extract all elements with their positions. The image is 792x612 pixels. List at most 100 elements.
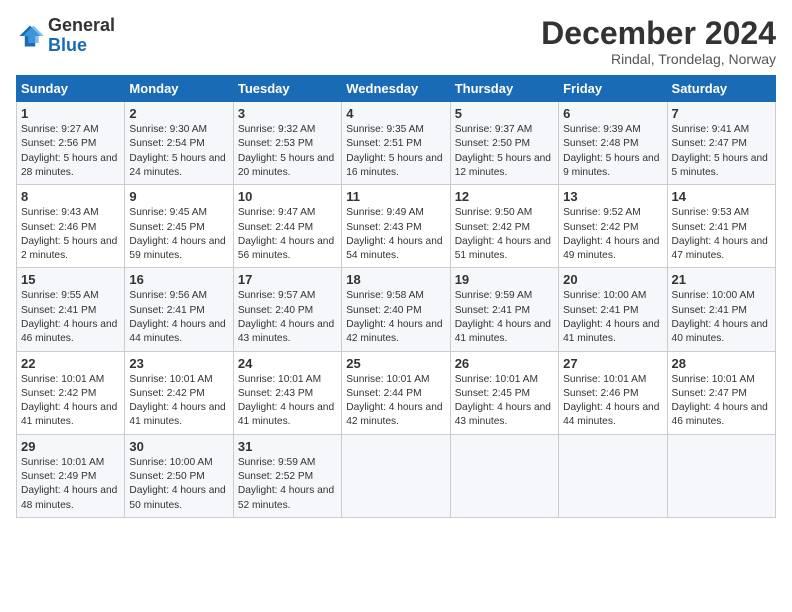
calendar-cell: 18 Sunrise: 9:58 AMSunset: 2:40 PMDayligh… [342,268,450,351]
day-info: Sunrise: 10:00 AMSunset: 2:50 PMDaylight… [129,456,228,513]
calendar-cell: 29Sunrise: 10:01 AMSunset: 2:49 PMDaylig… [17,434,125,517]
day-number: 29 [21,439,120,454]
col-wednesday: Wednesday [342,76,450,102]
day-number: 26 [455,356,554,371]
day-number: 15 [21,272,120,287]
calendar-cell: 14 Sunrise: 9:53 AMSunset: 2:41 PMDayligh… [667,185,775,268]
calendar-cell [559,434,667,517]
day-info: Sunrise: 9:43 AMSunset: 2:46 PMDaylight:… [21,206,120,263]
calendar-cell: 19 Sunrise: 9:59 AMSunset: 2:41 PMDayligh… [450,268,558,351]
calendar-week-2: 8 Sunrise: 9:43 AMSunset: 2:46 PMDaylight… [17,185,776,268]
calendar-table: Sunday Monday Tuesday Wednesday Thursday… [16,75,776,518]
subtitle: Rindal, Trondelag, Norway [541,51,776,67]
day-info: Sunrise: 10:00 AMSunset: 2:41 PMDaylight… [672,289,771,346]
day-info: Sunrise: 9:27 AMSunset: 2:56 PMDaylight:… [21,123,120,180]
title-block: December 2024 Rindal, Trondelag, Norway [541,16,776,67]
calendar-cell: 3 Sunrise: 9:32 AMSunset: 2:53 PMDaylight… [233,102,341,185]
day-info: Sunrise: 9:45 AMSunset: 2:45 PMDaylight:… [129,206,228,263]
day-number: 14 [672,189,771,204]
logo-icon [16,22,44,50]
calendar-cell: 28Sunrise: 10:01 AMSunset: 2:47 PMDaylig… [667,351,775,434]
day-info: Sunrise: 9:55 AMSunset: 2:41 PMDaylight:… [21,289,120,346]
day-number: 3 [238,106,337,121]
day-number: 21 [672,272,771,287]
day-number: 30 [129,439,228,454]
col-thursday: Thursday [450,76,558,102]
calendar-cell: 21 Sunrise: 10:00 AMSunset: 2:41 PMDaylig… [667,268,775,351]
header: General Blue December 2024 Rindal, Trond… [16,16,776,67]
day-number: 8 [21,189,120,204]
day-number: 13 [563,189,662,204]
day-number: 9 [129,189,228,204]
day-number: 2 [129,106,228,121]
day-number: 18 [346,272,445,287]
col-saturday: Saturday [667,76,775,102]
calendar-cell: 9 Sunrise: 9:45 AMSunset: 2:45 PMDaylight… [125,185,233,268]
calendar-cell: 2 Sunrise: 9:30 AMSunset: 2:54 PMDaylight… [125,102,233,185]
day-number: 10 [238,189,337,204]
page-container: General Blue December 2024 Rindal, Trond… [0,0,792,528]
day-info: Sunrise: 9:47 AMSunset: 2:44 PMDaylight:… [238,206,337,263]
logo-text: General Blue [48,16,115,56]
day-number: 17 [238,272,337,287]
day-info: Sunrise: 10:01 AMSunset: 2:43 PMDaylight… [238,373,337,430]
header-row: Sunday Monday Tuesday Wednesday Thursday… [17,76,776,102]
month-title: December 2024 [541,16,776,51]
calendar-cell: 16Sunrise: 9:56 AMSunset: 2:41 PMDayligh… [125,268,233,351]
calendar-week-4: 22 Sunrise: 10:01 AMSunset: 2:42 PMDaylig… [17,351,776,434]
col-sunday: Sunday [17,76,125,102]
calendar-cell: 30 Sunrise: 10:00 AMSunset: 2:50 PMDaylig… [125,434,233,517]
day-info: Sunrise: 10:01 AMSunset: 2:42 PMDaylight… [21,373,120,430]
col-friday: Friday [559,76,667,102]
day-info: Sunrise: 9:41 AMSunset: 2:47 PMDaylight:… [672,123,771,180]
day-info: Sunrise: 9:49 AMSunset: 2:43 PMDaylight:… [346,206,445,263]
day-number: 24 [238,356,337,371]
calendar-cell: 11 Sunrise: 9:49 AMSunset: 2:43 PMDayligh… [342,185,450,268]
calendar-cell: 23Sunrise: 10:01 AMSunset: 2:42 PMDaylig… [125,351,233,434]
calendar-cell: 31Sunrise: 9:59 AMSunset: 2:52 PMDayligh… [233,434,341,517]
calendar-cell [342,434,450,517]
day-number: 4 [346,106,445,121]
day-info: Sunrise: 9:59 AMSunset: 2:52 PMDaylight:… [238,456,337,513]
day-info: Sunrise: 9:53 AMSunset: 2:41 PMDaylight:… [672,206,771,263]
calendar-cell: 27 Sunrise: 10:01 AMSunset: 2:46 PMDaylig… [559,351,667,434]
calendar-cell: 17Sunrise: 9:57 AMSunset: 2:40 PMDayligh… [233,268,341,351]
calendar-cell: 12Sunrise: 9:50 AMSunset: 2:42 PMDayligh… [450,185,558,268]
calendar-cell: 1 Sunrise: 9:27 AMSunset: 2:56 PMDaylight… [17,102,125,185]
day-info: Sunrise: 10:01 AMSunset: 2:44 PMDaylight… [346,373,445,430]
day-number: 20 [563,272,662,287]
day-info: Sunrise: 9:58 AMSunset: 2:40 PMDaylight:… [346,289,445,346]
day-info: Sunrise: 10:01 AMSunset: 2:46 PMDaylight… [563,373,662,430]
day-info: Sunrise: 10:01 AMSunset: 2:47 PMDaylight… [672,373,771,430]
col-monday: Monday [125,76,233,102]
calendar-cell: 15 Sunrise: 9:55 AMSunset: 2:41 PMDayligh… [17,268,125,351]
day-number: 27 [563,356,662,371]
calendar-week-3: 15 Sunrise: 9:55 AMSunset: 2:41 PMDayligh… [17,268,776,351]
day-number: 22 [21,356,120,371]
calendar-cell: 10 Sunrise: 9:47 AMSunset: 2:44 PMDayligh… [233,185,341,268]
calendar-cell: 5Sunrise: 9:37 AMSunset: 2:50 PMDaylight… [450,102,558,185]
day-info: Sunrise: 10:01 AMSunset: 2:45 PMDaylight… [455,373,554,430]
day-info: Sunrise: 10:00 AMSunset: 2:41 PMDaylight… [563,289,662,346]
day-number: 11 [346,189,445,204]
day-number: 19 [455,272,554,287]
day-number: 12 [455,189,554,204]
calendar-week-5: 29Sunrise: 10:01 AMSunset: 2:49 PMDaylig… [17,434,776,517]
day-info: Sunrise: 9:35 AMSunset: 2:51 PMDaylight:… [346,123,445,180]
day-number: 1 [21,106,120,121]
calendar-cell [450,434,558,517]
calendar-cell: 6Sunrise: 9:39 AMSunset: 2:48 PMDaylight… [559,102,667,185]
day-info: Sunrise: 9:32 AMSunset: 2:53 PMDaylight:… [238,123,337,180]
calendar-cell: 20 Sunrise: 10:00 AMSunset: 2:41 PMDaylig… [559,268,667,351]
calendar-cell: 13Sunrise: 9:52 AMSunset: 2:42 PMDayligh… [559,185,667,268]
day-info: Sunrise: 9:30 AMSunset: 2:54 PMDaylight:… [129,123,228,180]
calendar-cell [667,434,775,517]
day-info: Sunrise: 9:56 AMSunset: 2:41 PMDaylight:… [129,289,228,346]
day-info: Sunrise: 9:59 AMSunset: 2:41 PMDaylight:… [455,289,554,346]
calendar-cell: 8 Sunrise: 9:43 AMSunset: 2:46 PMDaylight… [17,185,125,268]
calendar-cell: 24 Sunrise: 10:01 AMSunset: 2:43 PMDaylig… [233,351,341,434]
day-number: 23 [129,356,228,371]
calendar-cell: 22 Sunrise: 10:01 AMSunset: 2:42 PMDaylig… [17,351,125,434]
calendar-cell: 4 Sunrise: 9:35 AMSunset: 2:51 PMDaylight… [342,102,450,185]
day-number: 6 [563,106,662,121]
